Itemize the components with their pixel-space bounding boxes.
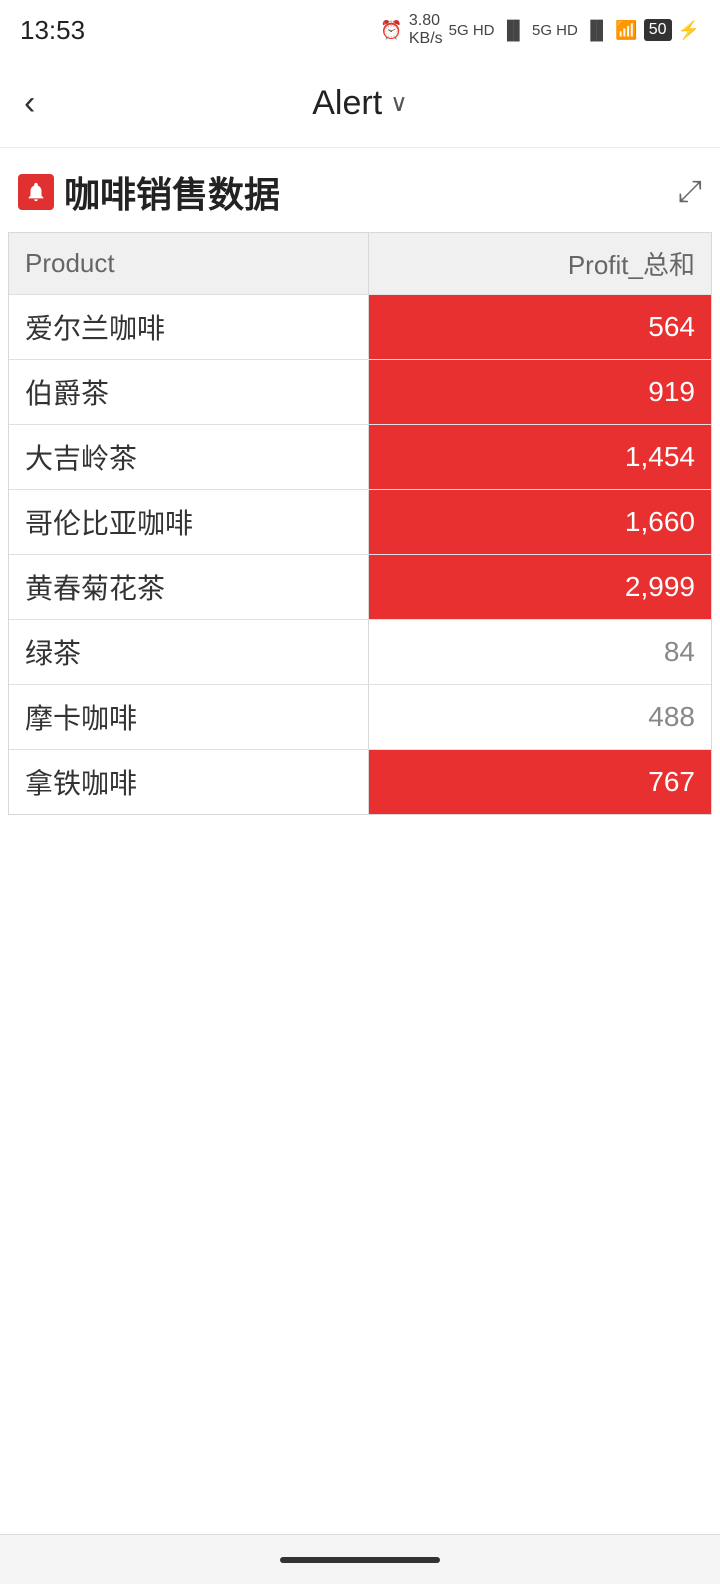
table-header-row: Product Profit_总和 — [9, 233, 711, 295]
table-row: 绿茶 84 — [9, 620, 711, 685]
product-cell: 拿铁咖啡 — [9, 750, 369, 814]
header-product-label: Product — [25, 248, 115, 279]
network-speed: 3.80KB/s — [409, 12, 443, 48]
battery-level: 50 — [644, 19, 672, 41]
product-name: 爱尔兰咖啡 — [25, 307, 165, 347]
product-cell: 绿茶 — [9, 620, 369, 684]
product-name: 伯爵茶 — [25, 372, 109, 412]
nav-title: Alert — [312, 84, 382, 123]
alert-icon — [18, 174, 54, 210]
table-row: 爱尔兰咖啡 564 — [9, 295, 711, 360]
profit-cell: 488 — [369, 685, 711, 749]
product-name: 绿茶 — [25, 632, 81, 672]
product-name: 拿铁咖啡 — [25, 762, 137, 802]
card-title-wrap: 咖啡销售数据 — [18, 166, 280, 218]
profit-cell: 1,454 — [369, 425, 711, 489]
table-row: 摩卡咖啡 488 — [9, 685, 711, 750]
table-body: 爱尔兰咖啡 564 伯爵茶 919 大吉岭茶 1,454 哥伦比亚咖啡 — [9, 295, 711, 814]
header-profit-label: Profit_总和 — [568, 245, 695, 282]
product-cell: 哥伦比亚咖啡 — [9, 490, 369, 554]
card-title: 咖啡销售数据 — [64, 166, 280, 218]
product-cell: 摩卡咖啡 — [9, 685, 369, 749]
profit-value: 564 — [648, 311, 695, 343]
profit-cell: 1,660 — [369, 490, 711, 554]
table-row: 哥伦比亚咖啡 1,660 — [9, 490, 711, 555]
product-cell: 爱尔兰咖啡 — [9, 295, 369, 359]
header-product-col: Product — [9, 233, 369, 294]
profit-value: 1,660 — [625, 506, 695, 538]
data-table: Product Profit_总和 爱尔兰咖啡 564 伯爵茶 919 大吉岭茶 — [8, 232, 712, 815]
product-name: 摩卡咖啡 — [25, 697, 137, 737]
status-bar: 13:53 ⏰ 3.80KB/s 5G HD ▐▌ 5G HD ▐▌ 📶 50 … — [0, 0, 720, 60]
profit-cell: 84 — [369, 620, 711, 684]
profit-cell: 564 — [369, 295, 711, 359]
table-row: 黄春菊花茶 2,999 — [9, 555, 711, 620]
nav-title-wrap: Alert ∨ — [312, 84, 408, 123]
profit-value: 2,999 — [625, 571, 695, 603]
signal-bars-2: ▐▌ — [584, 20, 610, 41]
alarm-icon: ⏰ — [380, 20, 402, 41]
signal-5g: 5G HD — [532, 22, 578, 39]
bottom-bar — [0, 1534, 720, 1584]
profit-value: 919 — [648, 376, 695, 408]
product-name: 哥伦比亚咖啡 — [25, 502, 193, 542]
table-row: 伯爵茶 919 — [9, 360, 711, 425]
expand-icon[interactable]: ⤢ — [678, 175, 702, 209]
content-area: 咖啡销售数据 ⤢ Product Profit_总和 爱尔兰咖啡 564 伯爵茶 — [0, 148, 720, 815]
table-row: 拿铁咖啡 767 — [9, 750, 711, 814]
header-profit-col: Profit_总和 — [369, 233, 711, 294]
status-icons: ⏰ 3.80KB/s 5G HD ▐▌ 5G HD ▐▌ 📶 50 ⚡ — [380, 12, 700, 48]
charging-icon: ⚡ — [678, 20, 700, 41]
product-cell: 大吉岭茶 — [9, 425, 369, 489]
profit-value: 767 — [648, 766, 695, 798]
nav-chevron-icon[interactable]: ∨ — [390, 89, 408, 118]
product-name: 大吉岭茶 — [25, 437, 137, 477]
product-cell: 黄春菊花茶 — [9, 555, 369, 619]
wifi-icon: 📶 — [615, 20, 637, 41]
signal-bars-1: ▐▌ — [500, 20, 526, 41]
signal-5g-hd: 5G HD — [449, 22, 495, 39]
bell-icon — [25, 181, 47, 203]
profit-cell: 767 — [369, 750, 711, 814]
profit-cell: 919 — [369, 360, 711, 424]
profit-value: 488 — [648, 701, 695, 733]
home-indicator — [280, 1557, 440, 1563]
profit-value: 1,454 — [625, 441, 695, 473]
table-row: 大吉岭茶 1,454 — [9, 425, 711, 490]
back-button[interactable]: ‹ — [24, 84, 35, 123]
status-time: 13:53 — [20, 15, 85, 46]
product-cell: 伯爵茶 — [9, 360, 369, 424]
card-header: 咖啡销售数据 ⤢ — [0, 148, 720, 232]
product-name: 黄春菊花茶 — [25, 567, 165, 607]
profit-cell: 2,999 — [369, 555, 711, 619]
profit-value: 84 — [664, 636, 695, 668]
nav-bar: ‹ Alert ∨ — [0, 60, 720, 148]
